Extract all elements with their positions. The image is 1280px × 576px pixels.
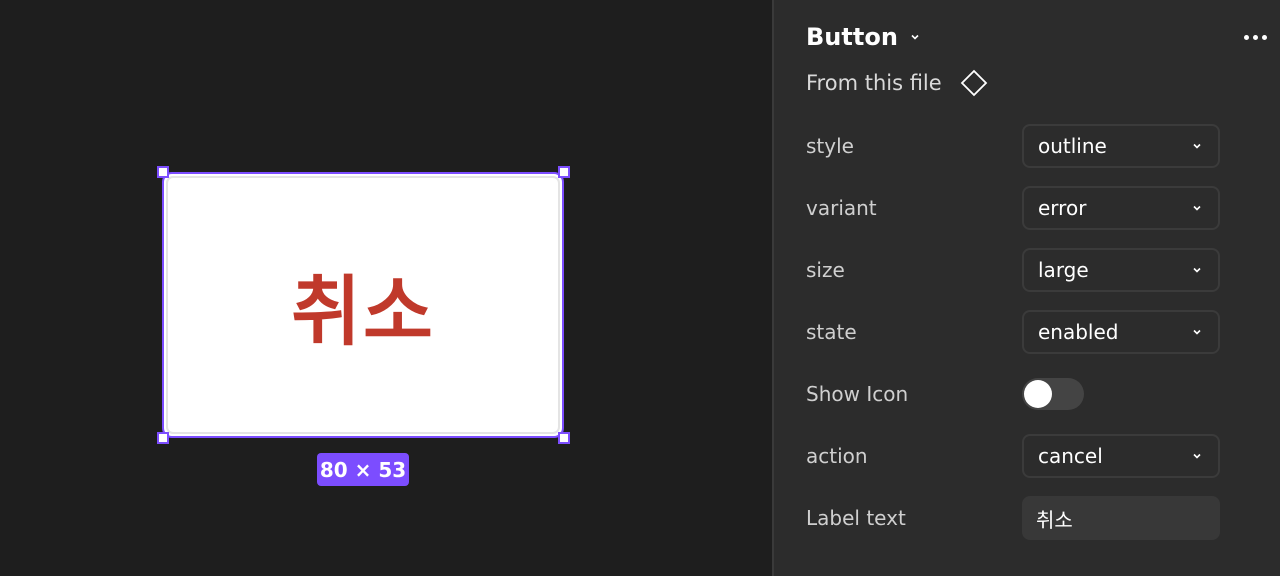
component-diamond-icon[interactable] bbox=[960, 69, 988, 97]
chevron-down-icon bbox=[1193, 329, 1201, 335]
property-row-show-icon: Show Icon bbox=[806, 371, 1222, 417]
component-title: Button bbox=[806, 23, 898, 51]
action-select[interactable]: cancel bbox=[1022, 434, 1220, 478]
select-value: enabled bbox=[1038, 320, 1119, 344]
property-label: size bbox=[806, 258, 845, 282]
chevron-down-icon bbox=[1193, 267, 1201, 273]
property-row-label-text: Label text 취소 bbox=[806, 495, 1222, 541]
chevron-down-icon bbox=[1193, 143, 1201, 149]
component-header[interactable]: Button bbox=[806, 18, 920, 56]
property-row-state: state enabled bbox=[806, 309, 1222, 355]
property-label: Show Icon bbox=[806, 382, 909, 406]
property-label: action bbox=[806, 444, 868, 468]
show-icon-toggle[interactable] bbox=[1022, 378, 1084, 410]
property-row-style: style outline bbox=[806, 123, 1222, 169]
size-badge: 80 × 53 bbox=[317, 453, 409, 486]
select-value: outline bbox=[1038, 134, 1107, 158]
resize-handle-top-right[interactable] bbox=[558, 166, 570, 178]
more-horizontal-icon[interactable] bbox=[1244, 35, 1267, 40]
chevron-down-icon[interactable] bbox=[910, 32, 920, 42]
component-source[interactable]: From this file bbox=[806, 66, 988, 100]
property-row-variant: variant error bbox=[806, 185, 1222, 231]
button-label: 취소 bbox=[291, 267, 435, 356]
resize-handle-top-left[interactable] bbox=[157, 166, 169, 178]
property-label: style bbox=[806, 134, 854, 158]
property-label: state bbox=[806, 320, 857, 344]
design-canvas[interactable]: 취소 80 × 53 bbox=[0, 0, 772, 576]
state-select[interactable]: enabled bbox=[1022, 310, 1220, 354]
property-row-size: size large bbox=[806, 247, 1222, 293]
properties-panel: Button From this file style outline vari… bbox=[772, 0, 1280, 576]
chevron-down-icon bbox=[1193, 453, 1201, 459]
selected-button-instance[interactable]: 취소 bbox=[162, 172, 564, 438]
resize-handle-bottom-right[interactable] bbox=[558, 432, 570, 444]
select-value: error bbox=[1038, 196, 1087, 220]
select-value: large bbox=[1038, 258, 1089, 282]
style-select[interactable]: outline bbox=[1022, 124, 1220, 168]
source-label: From this file bbox=[806, 71, 942, 95]
variant-select[interactable]: error bbox=[1022, 186, 1220, 230]
chevron-down-icon bbox=[1193, 205, 1201, 211]
property-label: variant bbox=[806, 196, 877, 220]
toggle-knob bbox=[1024, 380, 1052, 408]
label-text-input[interactable]: 취소 bbox=[1022, 496, 1220, 540]
property-label: Label text bbox=[806, 506, 906, 530]
property-row-action: action cancel bbox=[806, 433, 1222, 479]
size-select[interactable]: large bbox=[1022, 248, 1220, 292]
resize-handle-bottom-left[interactable] bbox=[157, 432, 169, 444]
select-value: cancel bbox=[1038, 444, 1103, 468]
